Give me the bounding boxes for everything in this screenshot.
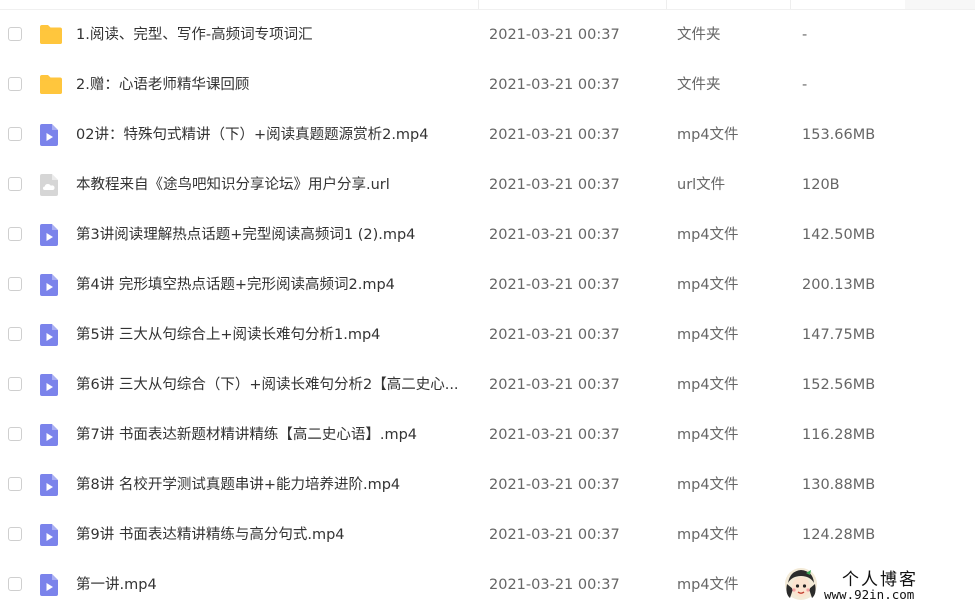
file-name[interactable]: 第6讲 三大从句综合（下）+阅读长难句分析2【高二史心... — [76, 360, 471, 410]
file-type: mp4文件 — [677, 377, 739, 393]
file-name[interactable]: 第7讲 书面表达新题材精讲精练【高二史心语】.mp4 — [76, 410, 471, 460]
video-file-icon — [39, 573, 61, 597]
file-row[interactable]: 第9讲 书面表达精讲精练与高分句式.mp4 2021-03-21 00:37 m… — [0, 510, 975, 560]
row-checkbox[interactable] — [8, 527, 22, 541]
file-row[interactable]: 1.阅读、完型、写作-高频词专项词汇 2021-03-21 00:37 文件夹 … — [0, 10, 975, 60]
file-name[interactable]: 第3讲阅读理解热点话题+完型阅读高频词1 (2).mp4 — [76, 210, 471, 260]
file-name[interactable]: 第一讲.mp4 — [76, 560, 471, 606]
file-row[interactable]: 2.赠：心语老师精华课回顾 2021-03-21 00:37 文件夹 - — [0, 60, 975, 110]
row-checkbox[interactable] — [8, 127, 22, 141]
file-modified-date: 2021-03-21 00:37 — [489, 477, 620, 493]
file-row[interactable]: 第4讲 完形填空热点话题+完形阅读高频词2.mp4 2021-03-21 00:… — [0, 260, 975, 310]
file-modified-date: 2021-03-21 00:37 — [489, 527, 620, 543]
file-list: 1.阅读、完型、写作-高频词专项词汇 2021-03-21 00:37 文件夹 … — [0, 10, 975, 606]
video-file-icon — [39, 223, 61, 247]
file-name[interactable]: 本教程来自《途鸟吧知识分享论坛》用户分享.url — [76, 160, 471, 210]
file-type: 文件夹 — [677, 27, 721, 43]
folder-icon — [39, 73, 62, 97]
file-modified-date: 2021-03-21 00:37 — [489, 227, 620, 243]
file-type: mp4文件 — [677, 577, 739, 593]
file-modified-date: 2021-03-21 00:37 — [489, 27, 620, 43]
row-checkbox[interactable] — [8, 377, 22, 391]
file-modified-date: 2021-03-21 00:37 — [489, 177, 620, 193]
row-checkbox[interactable] — [8, 477, 22, 491]
file-modified-date: 2021-03-21 00:37 — [489, 327, 620, 343]
file-row[interactable]: 02讲：特殊句式精讲（下）+阅读真题题源赏析2.mp4 2021-03-21 0… — [0, 110, 975, 160]
file-size: 120B — [802, 177, 840, 193]
file-size: 153.66MB — [802, 127, 876, 143]
folder-icon — [39, 23, 62, 47]
file-type: mp4文件 — [677, 127, 739, 143]
file-type: 文件夹 — [677, 77, 721, 93]
file-modified-date: 2021-03-21 00:37 — [489, 127, 620, 143]
row-checkbox[interactable] — [8, 427, 22, 441]
row-checkbox[interactable] — [8, 577, 22, 591]
file-list-window: 1.阅读、完型、写作-高频词专项词汇 2021-03-21 00:37 文件夹 … — [0, 0, 975, 606]
file-row[interactable]: 本教程来自《途鸟吧知识分享论坛》用户分享.url 2021-03-21 00:3… — [0, 160, 975, 210]
file-type: mp4文件 — [677, 527, 739, 543]
column-divider[interactable] — [478, 0, 479, 9]
file-name[interactable]: 2.赠：心语老师精华课回顾 — [76, 60, 471, 110]
file-type: mp4文件 — [677, 277, 739, 293]
watermark-url: www.92in.com — [824, 587, 915, 602]
file-name[interactable]: 1.阅读、完型、写作-高频词专项词汇 — [76, 10, 471, 60]
file-modified-date: 2021-03-21 00:37 — [489, 377, 620, 393]
file-row[interactable]: 第6讲 三大从句综合（下）+阅读长难句分析2【高二史心... 2021-03-2… — [0, 360, 975, 410]
file-size: 124.28MB — [802, 527, 876, 543]
file-name[interactable]: 第9讲 书面表达精讲精练与高分句式.mp4 — [76, 510, 471, 560]
file-modified-date: 2021-03-21 00:37 — [489, 577, 620, 593]
file-size: - — [802, 27, 808, 43]
file-size: 152.56MB — [802, 377, 876, 393]
file-size: 130.88MB — [802, 477, 876, 493]
column-divider[interactable] — [666, 0, 667, 9]
file-name[interactable]: 第4讲 完形填空热点话题+完形阅读高频词2.mp4 — [76, 260, 471, 310]
row-checkbox[interactable] — [8, 327, 22, 341]
file-size: 116.28MB — [802, 427, 876, 443]
file-type: mp4文件 — [677, 477, 739, 493]
file-size: 200.13MB — [802, 277, 876, 293]
avatar — [785, 568, 817, 600]
file-row[interactable]: 第8讲 名校开学测试真题串讲+能力培养进阶.mp4 2021-03-21 00:… — [0, 460, 975, 510]
file-size: - — [802, 77, 808, 93]
video-file-icon — [39, 423, 61, 447]
video-file-icon — [39, 323, 61, 347]
file-name[interactable]: 第5讲 三大从句综合上+阅读长难句分析1.mp4 — [76, 310, 471, 360]
video-file-icon — [39, 523, 61, 547]
file-type: url文件 — [677, 177, 726, 193]
row-checkbox[interactable] — [8, 27, 22, 41]
video-file-icon — [39, 473, 61, 497]
row-checkbox[interactable] — [8, 77, 22, 91]
column-header-strip — [0, 0, 975, 10]
file-type: mp4文件 — [677, 327, 739, 343]
column-divider[interactable] — [790, 0, 791, 9]
row-checkbox[interactable] — [8, 177, 22, 191]
video-file-icon — [39, 373, 61, 397]
file-size: 147.75MB — [802, 327, 876, 343]
file-row[interactable]: 第7讲 书面表达新题材精讲精练【高二史心语】.mp4 2021-03-21 00… — [0, 410, 975, 460]
file-type: mp4文件 — [677, 227, 739, 243]
file-size: 142.50MB — [802, 227, 876, 243]
file-modified-date: 2021-03-21 00:37 — [489, 277, 620, 293]
video-file-icon — [39, 273, 61, 297]
file-row[interactable]: 第5讲 三大从句综合上+阅读长难句分析1.mp4 2021-03-21 00:3… — [0, 310, 975, 360]
file-modified-date: 2021-03-21 00:37 — [489, 427, 620, 443]
row-checkbox[interactable] — [8, 277, 22, 291]
video-file-icon — [39, 123, 61, 147]
file-modified-date: 2021-03-21 00:37 — [489, 77, 620, 93]
blog-watermark: 个人博客 www.92in.com — [780, 563, 970, 605]
file-name[interactable]: 02讲：特殊句式精讲（下）+阅读真题题源赏析2.mp4 — [76, 110, 471, 160]
header-corner — [905, 0, 975, 9]
file-type: mp4文件 — [677, 427, 739, 443]
file-name[interactable]: 第8讲 名校开学测试真题串讲+能力培养进阶.mp4 — [76, 460, 471, 510]
row-checkbox[interactable] — [8, 227, 22, 241]
file-row[interactable]: 第3讲阅读理解热点话题+完型阅读高频词1 (2).mp4 2021-03-21 … — [0, 210, 975, 260]
link-file-icon — [39, 173, 61, 197]
